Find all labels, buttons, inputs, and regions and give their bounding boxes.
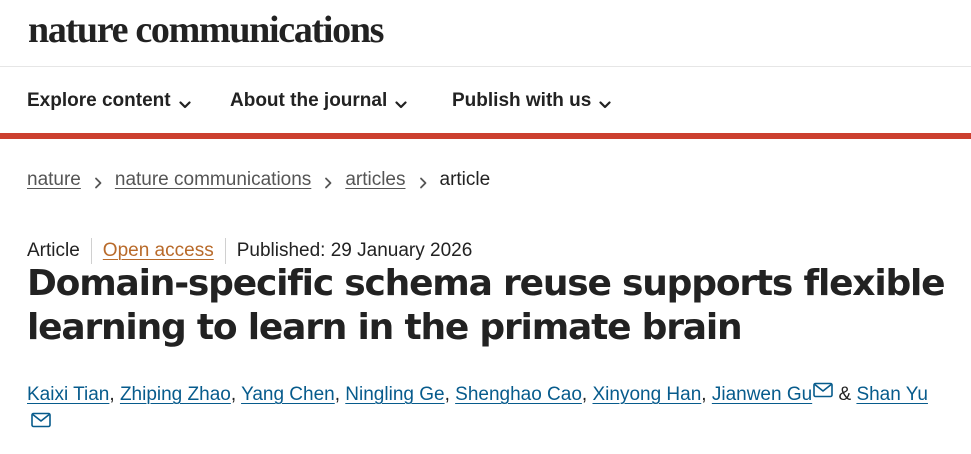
main-nav: Explore content About the journal Publis… xyxy=(0,67,971,133)
open-access-link[interactable]: Open access xyxy=(103,239,214,263)
breadcrumb-current: article xyxy=(439,169,491,190)
chevron-right-icon xyxy=(418,173,428,189)
breadcrumb-link-nature-communications[interactable]: nature communications xyxy=(115,168,311,192)
nav-publish-with-us[interactable]: Publish with us xyxy=(452,89,611,113)
meta-divider xyxy=(224,238,226,264)
mail-icon[interactable] xyxy=(31,412,51,428)
breadcrumb: nature nature communications articles ar… xyxy=(27,168,490,192)
nav-item-label: Explore content xyxy=(27,90,171,111)
author-link[interactable]: Xinyong Han xyxy=(592,384,701,405)
published-date: Published: 29 January 2026 xyxy=(236,240,473,261)
chevron-down-icon xyxy=(599,94,611,109)
mail-icon[interactable] xyxy=(813,382,833,398)
article-meta: Article Open access Published: 29 Januar… xyxy=(27,238,472,264)
chevron-down-icon xyxy=(395,94,407,109)
chevron-right-icon xyxy=(93,173,103,189)
author-link[interactable]: Kaixi Tian xyxy=(27,384,109,405)
chevron-right-icon xyxy=(323,173,333,189)
nav-about-journal[interactable]: About the journal xyxy=(230,89,407,113)
breadcrumb-link-articles[interactable]: articles xyxy=(345,168,405,192)
author-list: Kaixi Tian, Zhiping Zhao, Yang Chen, Nin… xyxy=(27,380,962,440)
author-link[interactable]: Jianwen Gu xyxy=(712,384,812,405)
journal-logo[interactable]: nature communications xyxy=(28,8,384,52)
author-link[interactable]: Ningling Ge xyxy=(345,384,444,405)
author-link[interactable]: Shenghao Cao xyxy=(455,384,582,405)
author-link[interactable]: Zhiping Zhao xyxy=(120,384,231,405)
nav-explore-content[interactable]: Explore content xyxy=(27,89,191,113)
breadcrumb-link-nature[interactable]: nature xyxy=(27,168,81,192)
header-accent-rule xyxy=(0,133,971,139)
author-ampersand: & xyxy=(838,384,852,405)
chevron-down-icon xyxy=(178,94,191,109)
article-type: Article xyxy=(27,240,80,261)
article-title: Domain-specific schema reuse supports fl… xyxy=(27,263,946,348)
nav-item-label: About the journal xyxy=(230,90,388,111)
author-link[interactable]: Yang Chen xyxy=(241,384,335,405)
site-header: nature communications xyxy=(0,0,971,67)
nav-item-label: Publish with us xyxy=(452,90,592,111)
author-link[interactable]: Shan Yu xyxy=(856,384,928,405)
meta-divider xyxy=(90,238,92,264)
